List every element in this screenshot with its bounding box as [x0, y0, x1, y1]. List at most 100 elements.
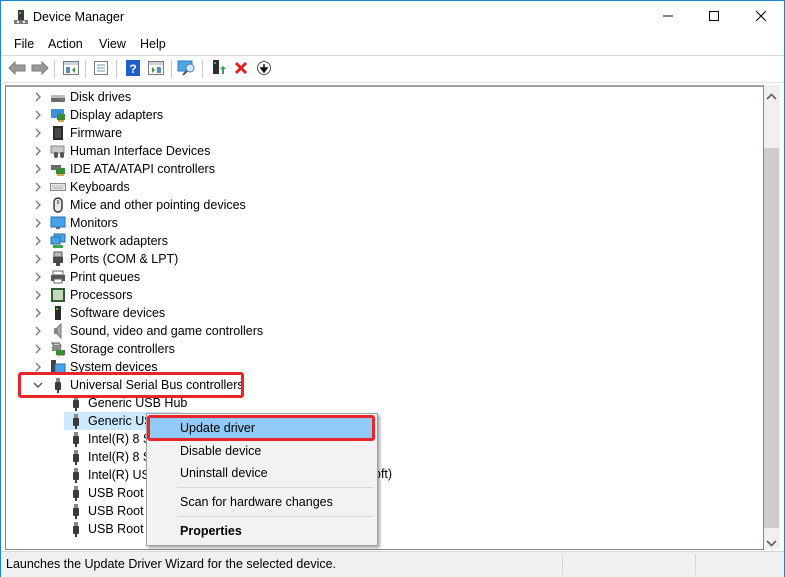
uninstall-device-button[interactable] [231, 59, 251, 79]
context-menu-properties[interactable]: Properties [149, 520, 373, 542]
usb-icon [68, 431, 84, 447]
show-hide-action-pane-button[interactable] [146, 59, 166, 79]
printer-icon [50, 269, 66, 285]
status-divider [562, 554, 563, 575]
chevron-right-icon[interactable] [32, 235, 44, 247]
forward-button[interactable] [30, 59, 50, 79]
chevron-right-icon[interactable] [32, 181, 44, 193]
show-hide-console-tree-button[interactable] [61, 59, 81, 79]
update-driver-icon [210, 59, 226, 80]
port-icon [50, 251, 66, 267]
menu-view[interactable]: View [99, 37, 126, 51]
chevron-right-icon[interactable] [32, 199, 44, 211]
scroll-down-icon[interactable] [766, 536, 777, 550]
menu-file[interactable]: File [14, 37, 34, 51]
vertical-scrollbar[interactable] [763, 85, 780, 549]
menu-help[interactable]: Help [140, 37, 166, 51]
chevron-right-icon[interactable] [32, 217, 44, 229]
maximize-icon [709, 10, 719, 24]
tree-item-sound-video-game[interactable]: Sound, video and game controllers [32, 322, 263, 340]
tree-item-label: Mice and other pointing devices [70, 198, 246, 212]
show-hide-action-pane-icon [148, 60, 164, 78]
scan-hardware-changes-button[interactable] [177, 59, 197, 79]
tree-item-firmware[interactable]: Firmware [32, 124, 122, 142]
back-button[interactable] [7, 59, 27, 79]
disk-drive-icon [50, 89, 66, 105]
maximize-button[interactable] [691, 1, 737, 33]
tree-item-label: Firmware [70, 126, 123, 140]
tree-item-software-devices[interactable]: Software devices [32, 304, 165, 322]
minimize-button[interactable] [645, 1, 691, 33]
tree-item-label: Sound, video and game controllers [70, 324, 264, 338]
tree-item-usb-child[interactable]: Intel(R) USB [64, 466, 158, 484]
properties-icon [93, 60, 109, 79]
svg-text:?: ? [129, 62, 136, 76]
context-menu-scan-hardware[interactable]: Scan for hardware changes [149, 491, 373, 513]
help-icon: ? [125, 59, 141, 79]
chevron-right-icon[interactable] [32, 253, 44, 265]
mouse-icon [50, 197, 66, 213]
disable-device-icon [256, 60, 272, 79]
tree-item-label: Processors [70, 288, 133, 302]
context-menu-separator [177, 487, 373, 488]
tree-item-usb-child[interactable]: USB Root H [64, 520, 156, 538]
chevron-right-icon[interactable] [32, 271, 44, 283]
tree-item-label: Display adapters [70, 108, 164, 122]
status-text: Launches the Update Driver Wizard for th… [6, 557, 337, 571]
tree-item-monitors[interactable]: Monitors [32, 214, 118, 232]
chevron-right-icon[interactable] [32, 325, 44, 337]
display-adapter-icon [50, 107, 66, 123]
chevron-right-icon[interactable] [32, 163, 44, 175]
menu-action[interactable]: Action [48, 37, 83, 51]
chevron-right-icon[interactable] [32, 127, 44, 139]
tree-item-label: IDE ATA/ATAPI controllers [70, 162, 215, 176]
tree-item-mice[interactable]: Mice and other pointing devices [32, 196, 246, 214]
scrollbar-thumb[interactable] [764, 148, 779, 528]
chevron-right-icon[interactable] [32, 289, 44, 301]
annotation-highlight-usb [18, 372, 244, 398]
close-button[interactable] [738, 1, 784, 33]
usb-icon [68, 521, 84, 537]
chevron-right-icon[interactable] [32, 109, 44, 121]
tree-item-usb-child[interactable]: USB Root H [64, 502, 156, 520]
tree-item-ports[interactable]: Ports (COM & LPT) [32, 250, 178, 268]
properties-button[interactable] [91, 59, 111, 79]
tree-item-label: Generic USB Hub [88, 396, 188, 410]
tree-item-disk-drives[interactable]: Disk drives [32, 88, 131, 106]
tree-item-label: Software devices [70, 306, 166, 320]
update-driver-button[interactable] [208, 59, 228, 79]
chevron-right-icon[interactable] [32, 145, 44, 157]
tree-item-storage-controllers[interactable]: Storage controllers [32, 340, 175, 358]
tree-item-ide-ata-atapi-controllers[interactable]: IDE ATA/ATAPI controllers [32, 160, 215, 178]
tree-item-print-queues[interactable]: Print queues [32, 268, 140, 286]
title-bar[interactable]: Device Manager [1, 1, 784, 33]
forward-arrow-icon [31, 60, 49, 78]
tree-item-display-adapters[interactable]: Display adapters [32, 106, 163, 124]
context-menu-uninstall-device[interactable]: Uninstall device [149, 462, 373, 484]
tree-item-network-adapters[interactable]: Network adapters [32, 232, 168, 250]
tree-item-usb-child[interactable]: USB Root H [64, 484, 156, 502]
storage-controller-icon [50, 341, 66, 357]
chevron-right-icon[interactable] [32, 343, 44, 355]
toolbar-separator [116, 60, 117, 78]
help-button[interactable]: ? [123, 59, 143, 79]
chevron-right-icon[interactable] [32, 91, 44, 103]
tree-item-label: Generic US [88, 414, 153, 428]
context-menu-separator [177, 516, 373, 517]
tree-item-human-interface-devices[interactable]: Human Interface Devices [32, 142, 210, 160]
software-device-icon [50, 305, 66, 321]
show-hide-console-tree-icon [63, 60, 79, 78]
tree-item-processors[interactable]: Processors [32, 286, 133, 304]
toolbar-separator [85, 60, 86, 78]
tree-item-usb-child[interactable]: Intel(R) 8 Se [64, 448, 158, 466]
back-arrow-icon [8, 60, 26, 78]
tree-item-label: Keyboards [70, 180, 130, 194]
scroll-up-icon[interactable] [766, 90, 777, 104]
toolbar-separator [171, 60, 172, 78]
close-icon [755, 10, 767, 24]
tree-item-keyboards[interactable]: Keyboards [32, 178, 130, 196]
context-menu-disable-device[interactable]: Disable device [149, 440, 373, 462]
disable-device-button[interactable] [254, 59, 274, 79]
chevron-right-icon[interactable] [32, 307, 44, 319]
tree-item-usb-child[interactable]: Intel(R) 8 Se [64, 430, 158, 448]
